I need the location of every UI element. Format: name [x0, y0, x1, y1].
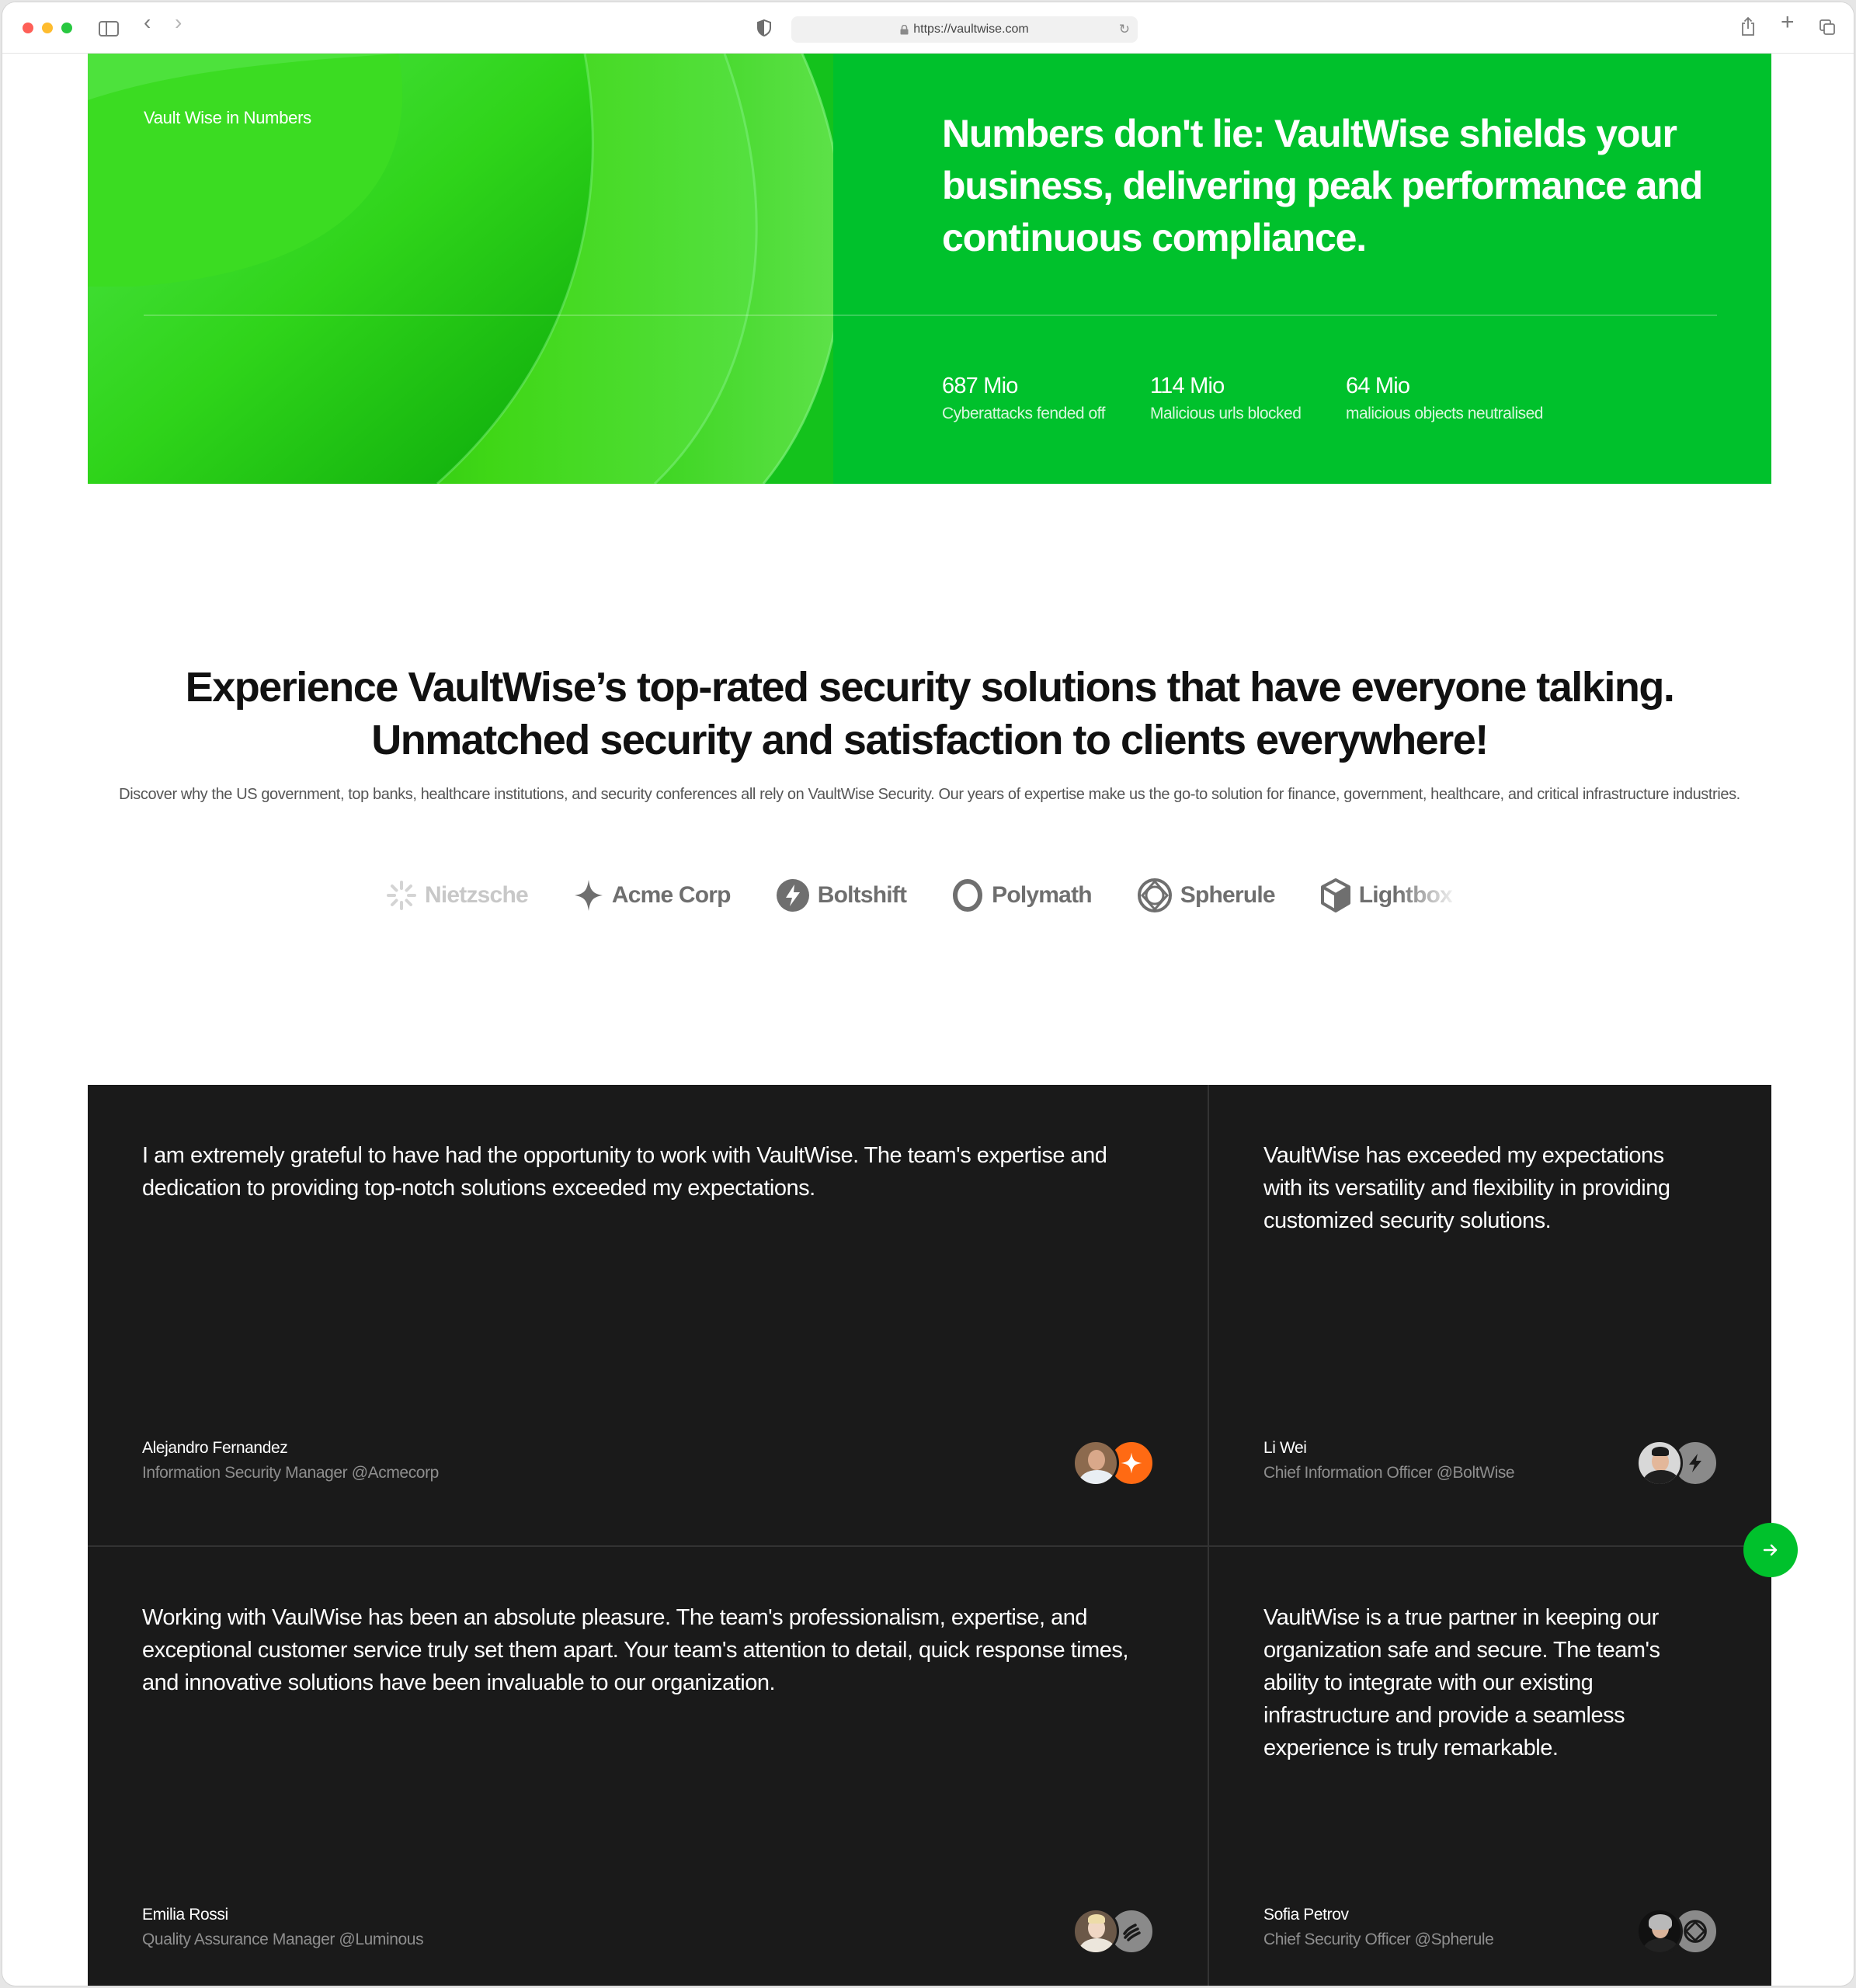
- share-icon[interactable]: [1740, 16, 1756, 36]
- section-eyebrow: Vault Wise in Numbers: [144, 108, 311, 127]
- logo-lightbox: Lightbox: [1320, 878, 1453, 913]
- browser-window: ‹ › https://vaultwise.com ↻ + Vault Wise…: [2, 2, 1854, 1986]
- avatar: [1072, 1908, 1119, 1955]
- avatar-group: [1636, 1908, 1719, 1955]
- avatar-group: [1072, 1440, 1155, 1486]
- testimonial-card: I am extremely grateful to have had the …: [88, 1085, 1209, 1547]
- testimonial-author: Emilia Rossi Quality Assurance Manager @…: [142, 1903, 424, 1952]
- avatar-group: [1072, 1908, 1155, 1955]
- logo-nietzsche: Nietzsche: [386, 880, 529, 911]
- stat-label: Cyberattacks fended off: [942, 405, 1105, 422]
- testimonial-card: VaultWise has exceeded my expectations w…: [1209, 1085, 1771, 1547]
- logo-name: Acme Corp: [611, 882, 732, 908]
- stat-value: 64 Mio: [1346, 374, 1410, 398]
- privacy-shield-icon[interactable]: [757, 19, 771, 36]
- author-name: Li Wei: [1263, 1439, 1307, 1457]
- author-name: Alejandro Fernandez: [142, 1439, 288, 1457]
- waves-icon: [1123, 1924, 1141, 1941]
- avatar-group: [1636, 1440, 1719, 1486]
- logo-boltshift: Boltshift: [776, 878, 907, 912]
- address-bar[interactable]: https://vaultwise.com ↻: [791, 16, 1138, 43]
- avatar: [1636, 1440, 1683, 1486]
- bolt-icon: [776, 879, 809, 912]
- stat-value: 687 Mio: [942, 374, 1018, 398]
- stat-label: malicious objects neutralised: [1346, 405, 1543, 422]
- sphere-icon: [1684, 1920, 1707, 1943]
- url-text[interactable]: https://vaultwise.com: [913, 23, 1029, 36]
- minimize-window-button[interactable]: [42, 23, 53, 33]
- cube-icon: [1320, 878, 1350, 912]
- author-role: Chief Security Officer @Spherule: [1263, 1931, 1494, 1948]
- avatar: [1072, 1440, 1119, 1486]
- author-name: Emilia Rossi: [142, 1906, 228, 1924]
- carousel-next-button[interactable]: [1743, 1523, 1798, 1577]
- author-role: Information Security Manager @Acmecorp: [142, 1464, 439, 1482]
- logo-name: Lightbox: [1358, 882, 1453, 908]
- logo-acme-corp: Acme Corp: [573, 878, 732, 912]
- testimonials-grid: I am extremely grateful to have had the …: [88, 1085, 1771, 1986]
- testimonial-quote: Working with VaulWise has been an absolu…: [142, 1605, 1128, 1695]
- sparkle-icon: [1121, 1452, 1142, 1474]
- close-window-button[interactable]: [23, 23, 33, 33]
- testimonial-card: Working with VaulWise has been an absolu…: [88, 1547, 1209, 1986]
- logo-spherule: Spherule: [1137, 878, 1276, 913]
- logo-polymath: Polymath: [951, 878, 1093, 912]
- testimonial-author: Li Wei Chief Information Officer @BoltWi…: [1263, 1437, 1515, 1485]
- sidebar-toggle-icon[interactable]: [99, 21, 119, 36]
- social-proof-subtitle: Discover why the US government, top bank…: [119, 786, 1740, 803]
- stat-item: 687 Mio Cyberattacks fended off: [942, 372, 1119, 423]
- ring-icon: [953, 879, 983, 912]
- stats-row: 687 Mio Cyberattacks fended off 114 Mio …: [942, 372, 1574, 423]
- hero-headline: Numbers don't lie: VaultWise shields you…: [942, 112, 1703, 259]
- lock-icon: [900, 24, 909, 34]
- author-name: Sofia Petrov: [1263, 1906, 1349, 1924]
- maximize-window-button[interactable]: [61, 23, 72, 33]
- testimonial-author: Sofia Petrov Chief Security Officer @Sph…: [1263, 1903, 1494, 1952]
- logo-name: Polymath: [992, 882, 1092, 908]
- forward-icon[interactable]: ›: [175, 12, 182, 33]
- sphere-icon: [1137, 878, 1172, 912]
- divider: [144, 315, 1717, 316]
- back-icon[interactable]: ‹: [144, 12, 151, 33]
- stat-value: 114 Mio: [1150, 374, 1225, 398]
- logo-name: Boltshift: [817, 882, 907, 908]
- stat-label: Malicious urls blocked: [1150, 405, 1302, 422]
- author-role: Quality Assurance Manager @Luminous: [142, 1931, 424, 1948]
- testimonial-card: VaultWise is a true partner in keeping o…: [1209, 1547, 1771, 1986]
- tab-overview-icon[interactable]: [1820, 19, 1835, 35]
- avatar: [1636, 1908, 1683, 1955]
- numbers-hero: Vault Wise in Numbers Numbers don't lie:…: [88, 54, 1771, 484]
- bolt-icon: [1689, 1454, 1701, 1472]
- browser-toolbar: ‹ › https://vaultwise.com ↻ +: [2, 2, 1854, 54]
- client-logos: Nietzsche Acme Corp Boltshift Polymath S…: [386, 872, 1497, 919]
- new-tab-icon[interactable]: +: [1781, 11, 1795, 34]
- testimonial-quote: VaultWise is a true partner in keeping o…: [1263, 1605, 1660, 1760]
- reload-icon[interactable]: ↻: [1119, 22, 1130, 37]
- arrow-right-icon: [1763, 1544, 1778, 1556]
- sunburst-icon: [387, 881, 416, 910]
- stat-item: 64 Mio malicious objects neutralised: [1346, 372, 1543, 423]
- stat-item: 114 Mio Malicious urls blocked: [1150, 372, 1315, 423]
- testimonial-quote: VaultWise has exceeded my expectations w…: [1263, 1143, 1670, 1233]
- sparkle-icon: [574, 880, 603, 911]
- testimonial-quote: I am extremely grateful to have had the …: [142, 1143, 1107, 1201]
- logo-name: Spherule: [1180, 882, 1276, 908]
- logo-name: Nietzsche: [425, 882, 529, 908]
- window-controls: [23, 23, 72, 33]
- social-proof-title: Experience VaultWise’s top-rated securit…: [185, 664, 1675, 763]
- author-role: Chief Information Officer @BoltWise: [1263, 1464, 1515, 1482]
- testimonial-author: Alejandro Fernandez Information Security…: [142, 1437, 439, 1485]
